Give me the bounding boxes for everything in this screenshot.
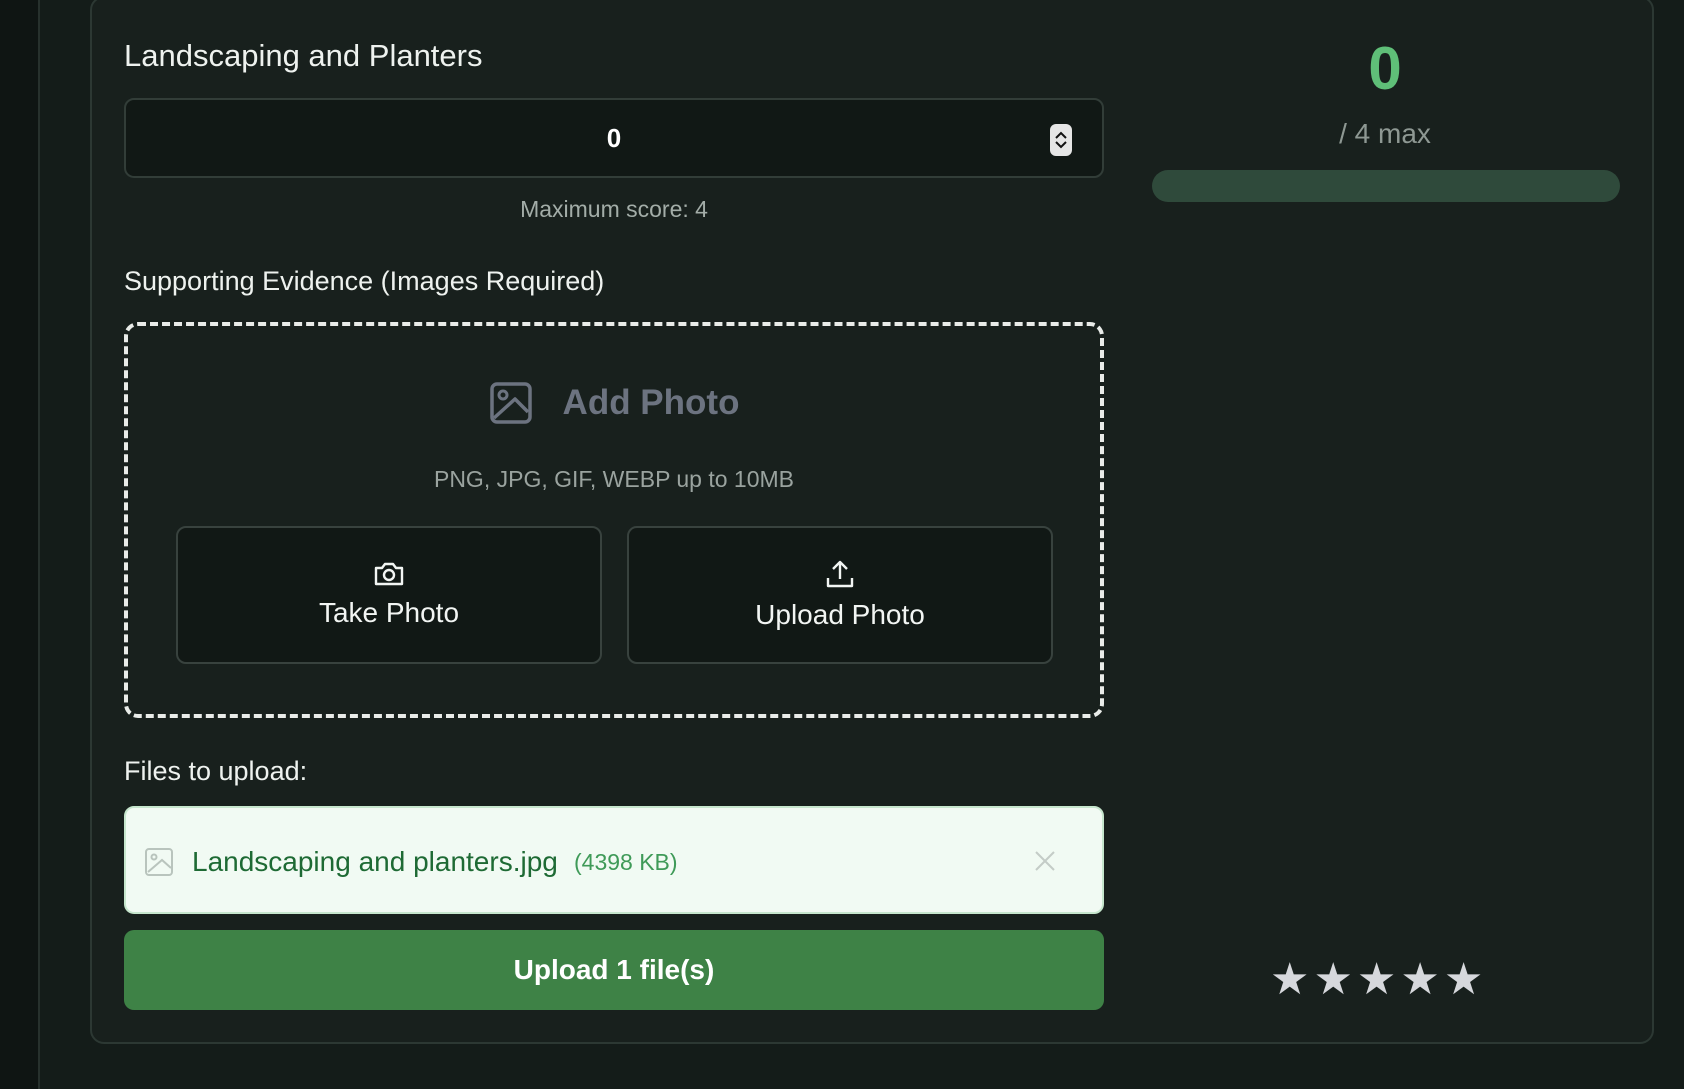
evidence-label: Supporting Evidence (Images Required) <box>124 266 605 296</box>
file-name: Landscaping and planters.jpg <box>192 846 558 877</box>
file-size: (4398 KB) <box>574 849 678 875</box>
score-progress-bar <box>1152 170 1620 202</box>
upload-photo-button[interactable]: Upload Photo <box>627 526 1053 664</box>
star-icon[interactable]: ★ <box>1270 958 1309 1002</box>
upload-icon <box>826 560 854 588</box>
score-input[interactable]: 0 <box>124 98 1104 178</box>
take-photo-label: Take Photo <box>318 597 460 628</box>
accepted-formats: PNG, JPG, GIF, WEBP up to 10MB <box>433 466 795 492</box>
left-rail <box>0 0 40 1089</box>
chevron-down-icon[interactable] <box>1054 140 1068 149</box>
score-stepper[interactable] <box>1050 124 1072 156</box>
star-icon[interactable]: ★ <box>1400 958 1439 1002</box>
star-icon[interactable]: ★ <box>1313 958 1352 1002</box>
chevron-up-icon[interactable] <box>1054 131 1068 140</box>
upload-photo-label: Upload Photo <box>755 599 925 630</box>
take-photo-button[interactable]: Take Photo <box>176 526 602 664</box>
section-title: Landscaping and Planters <box>124 38 483 73</box>
add-photo-label[interactable]: Add Photo <box>563 383 740 423</box>
score-input-value[interactable]: 0 <box>607 123 621 154</box>
current-score: 0 <box>1368 35 1402 102</box>
close-icon[interactable] <box>1032 848 1058 874</box>
files-to-upload-label: Files to upload: <box>124 756 308 786</box>
upload-files-button[interactable]: Upload 1 file(s) <box>124 930 1104 1010</box>
upload-files-label: Upload 1 file(s) <box>513 954 715 985</box>
camera-icon <box>374 562 404 586</box>
photo-dropzone[interactable]: Add Photo PNG, JPG, GIF, WEBP up to 10MB… <box>124 322 1104 718</box>
star-rating[interactable]: ★ ★ ★ ★ ★ <box>1270 958 1483 1002</box>
file-image-icon <box>145 848 173 876</box>
star-icon[interactable]: ★ <box>1444 958 1483 1002</box>
file-list-item: Landscaping and planters.jpg (4398 KB) <box>124 806 1104 914</box>
star-icon[interactable]: ★ <box>1357 958 1396 1002</box>
add-photo[interactable]: Add Photo <box>128 381 1100 425</box>
max-score-hint: Maximum score: 4 <box>520 196 708 222</box>
image-icon <box>489 382 532 424</box>
max-score-text: / 4 max <box>1339 118 1431 149</box>
